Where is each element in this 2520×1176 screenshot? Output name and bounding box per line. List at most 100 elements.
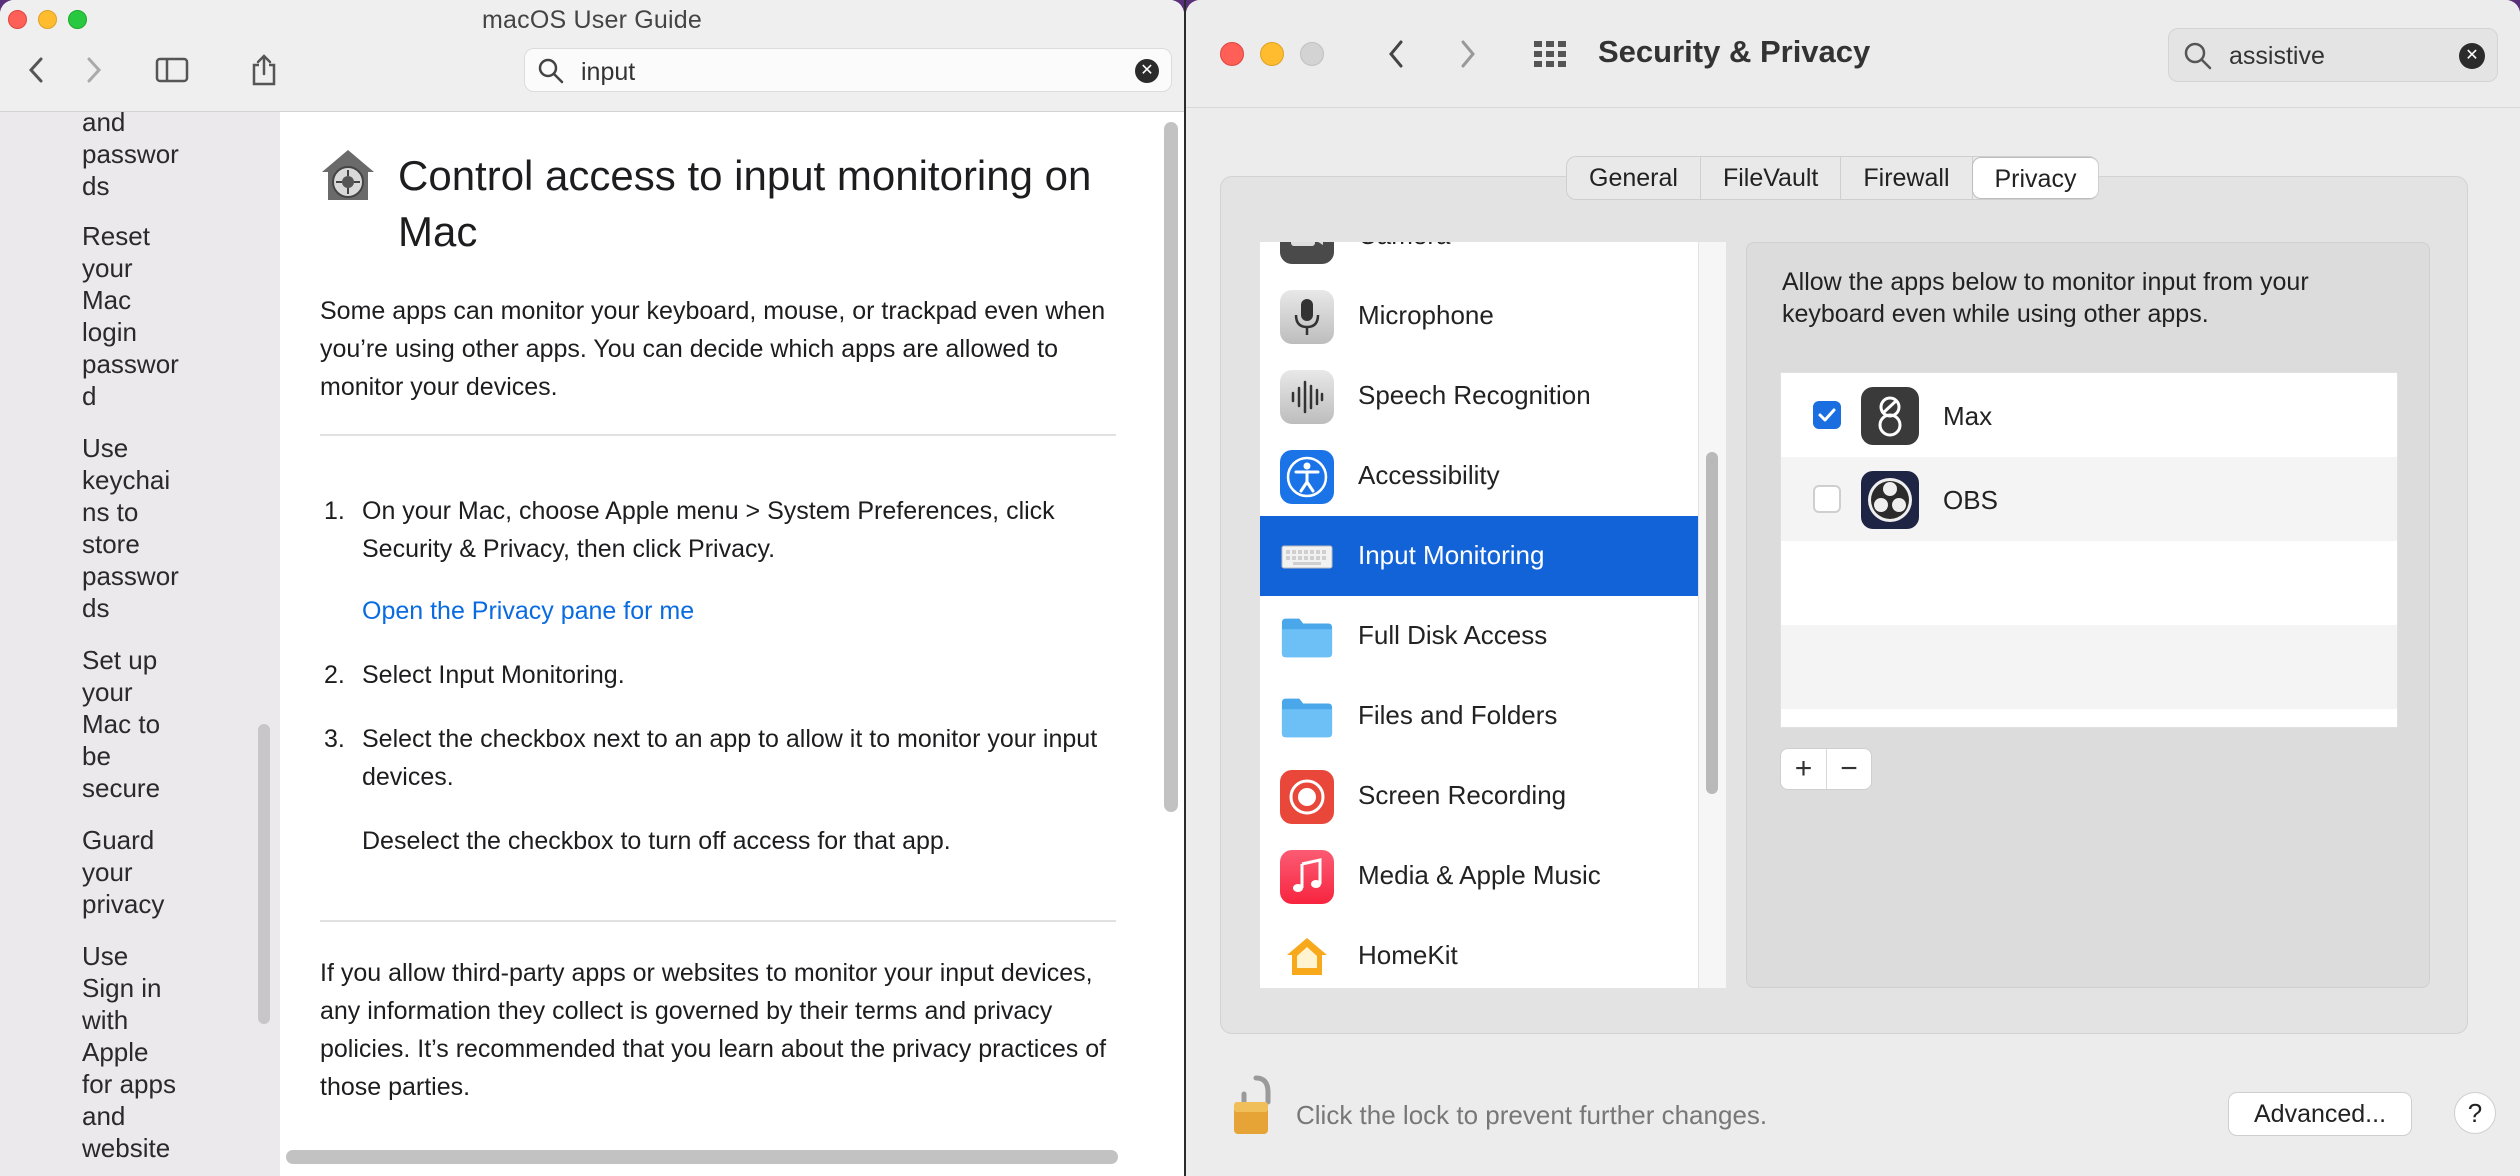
sidebar-item-label: Use keychai ns to store passwor ds: [82, 433, 179, 623]
step-text: On your Mac, choose Apple menu > System …: [362, 497, 1055, 563]
lock-icon[interactable]: [1230, 1072, 1282, 1143]
lock-status-text: Click the lock to prevent further change…: [1296, 1100, 1768, 1130]
sidebar-item-sign-in-apple[interactable]: Use Sign in with Apple for apps and webs…: [82, 940, 202, 1164]
deselect-note: Deselect the checkbox to turn off access…: [362, 827, 951, 855]
prefs-window: Security & Privacy assistive ✕ General F…: [1186, 0, 2520, 1176]
category-accessibility[interactable]: Accessibility: [1260, 436, 1698, 516]
tab-firewall[interactable]: Firewall: [1841, 157, 1973, 199]
open-privacy-pane-link[interactable]: Open the Privacy pane for me: [362, 592, 694, 630]
max-app-icon: [1861, 387, 1919, 445]
sidebar-item-passwords[interactable]: and passwor ds: [82, 112, 202, 202]
category-files-and-folders[interactable]: Files and Folders: [1260, 676, 1698, 756]
max-checkbox[interactable]: [1813, 401, 1841, 429]
help-button[interactable]: ?: [2454, 1092, 2496, 1134]
prefs-title: Security & Privacy: [1598, 34, 1871, 69]
article-title: Control access to input monitoring on Ma…: [398, 152, 1092, 255]
minimize-window-button[interactable]: [1260, 42, 1284, 66]
music-icon: [1280, 850, 1334, 904]
close-window-button[interactable]: [1220, 42, 1244, 66]
app-row-max[interactable]: Max: [1781, 373, 2397, 457]
category-screen-recording[interactable]: Screen Recording: [1260, 756, 1698, 836]
search-value: assistive: [2229, 42, 2325, 70]
sidebar-item-guard-privacy[interactable]: Guard your privacy: [82, 824, 202, 920]
category-label: Full Disk Access: [1358, 620, 1548, 650]
forward-icon[interactable]: [74, 50, 114, 90]
article-content: Control access to input monitoring on Ma…: [280, 112, 1184, 1176]
category-camera[interactable]: Camera: [1260, 242, 1698, 276]
keyboard-icon: [1280, 530, 1334, 584]
sidebar-item-reset-password[interactable]: Reset your Mac login passwor d: [82, 220, 202, 412]
category-full-disk-access[interactable]: Full Disk Access: [1260, 596, 1698, 676]
search-icon: [2183, 41, 2213, 76]
zoom-window-button: [1300, 42, 1324, 66]
search-icon: [537, 57, 565, 90]
category-label: Microphone: [1358, 300, 1494, 330]
show-all-grid-icon[interactable]: [1530, 34, 1570, 74]
sidebar-toggle-icon[interactable]: [152, 50, 192, 90]
category-label: Accessibility: [1358, 460, 1500, 490]
back-icon[interactable]: [16, 50, 56, 90]
step-text: Select Input Monitoring.: [362, 661, 625, 689]
category-label: Camera: [1358, 242, 1450, 251]
category-label: HomeKit: [1358, 940, 1458, 970]
article-footer: If you allow third-party apps or website…: [320, 959, 1107, 1101]
tab-privacy[interactable]: Privacy: [1971, 157, 2099, 199]
window-title: macOS User Guide: [482, 6, 702, 34]
app-name: OBS: [1943, 485, 1998, 515]
sidebar-item-label: Reset your Mac login passwor d: [82, 221, 179, 411]
camera-icon: [1280, 242, 1334, 264]
category-label: Speech Recognition: [1358, 380, 1591, 410]
tab-bar: General FileVault Firewall Privacy: [1566, 156, 2100, 200]
sidebar-item-label: and passwor ds: [82, 112, 179, 201]
advanced-button[interactable]: Advanced...: [2228, 1092, 2412, 1136]
security-house-icon: [318, 146, 378, 211]
step-number: 2.: [324, 661, 345, 689]
search-value: input: [581, 58, 636, 86]
sidebar-item-label: Set up your Mac to be secure: [82, 645, 161, 803]
guide-sidebar: and passwor ds Reset your Mac login pass…: [0, 112, 280, 1176]
app-name: Max: [1943, 401, 1993, 431]
sidebar-item-label: Use Sign in with Apple for apps and webs…: [82, 941, 176, 1163]
add-app-button[interactable]: +: [1781, 749, 1826, 789]
share-icon[interactable]: [244, 50, 284, 90]
prefs-search-input[interactable]: assistive ✕: [2168, 28, 2498, 82]
article-vertical-scrollbar[interactable]: [1164, 122, 1178, 812]
sidebar-item-keychains[interactable]: Use keychai ns to store passwor ds: [82, 432, 202, 624]
folder-icon: [1280, 690, 1334, 744]
category-homekit[interactable]: HomeKit: [1260, 916, 1698, 988]
category-speech-recognition[interactable]: Speech Recognition: [1260, 356, 1698, 436]
category-scrollbar[interactable]: [1706, 452, 1718, 794]
article-horizontal-scrollbar[interactable]: [286, 1150, 1118, 1164]
step-text: Select the checkbox next to an app to al…: [362, 725, 1098, 791]
sidebar-item-secure-mac[interactable]: Set up your Mac to be secure: [82, 644, 202, 804]
divider: [320, 920, 1116, 922]
step-number: 1.: [324, 497, 345, 525]
app-row-obs[interactable]: OBS: [1781, 457, 2397, 541]
remove-app-button[interactable]: −: [1825, 749, 1871, 789]
category-input-monitoring[interactable]: Input Monitoring: [1260, 516, 1698, 596]
prefs-toolbar: Security & Privacy assistive ✕: [1186, 0, 2520, 108]
tab-filevault[interactable]: FileVault: [1701, 157, 1842, 199]
category-label: Input Monitoring: [1358, 540, 1545, 570]
guide-search-input[interactable]: input ✕: [524, 48, 1172, 92]
obs-checkbox[interactable]: [1813, 485, 1841, 513]
article-intro: Some apps can monitor your keyboard, mou…: [320, 297, 1106, 401]
forward-icon[interactable]: [1448, 34, 1488, 74]
step-number: 3.: [324, 725, 345, 753]
clear-search-icon[interactable]: ✕: [1135, 59, 1159, 83]
screen-recording-icon: [1280, 770, 1334, 824]
sidebar-scrollbar[interactable]: [258, 724, 270, 1024]
category-microphone[interactable]: Microphone: [1260, 276, 1698, 356]
category-media-apple-music[interactable]: Media & Apple Music: [1260, 836, 1698, 916]
category-label: Media & Apple Music: [1358, 860, 1601, 890]
back-icon[interactable]: [1376, 34, 1416, 74]
tab-general[interactable]: General: [1567, 157, 1701, 199]
speech-recognition-icon: [1280, 370, 1334, 424]
guide-window: macOS User Guide input ✕ and passwor ds …: [0, 0, 1184, 1176]
sidebar-item-label: Guard your privacy: [82, 825, 165, 919]
clear-search-icon[interactable]: ✕: [2459, 43, 2485, 69]
empty-row: [1781, 625, 2397, 709]
empty-row: [1781, 541, 2397, 625]
input-monitoring-description: Allow the apps below to monitor input fr…: [1782, 268, 2309, 328]
homekit-icon: [1280, 930, 1334, 984]
